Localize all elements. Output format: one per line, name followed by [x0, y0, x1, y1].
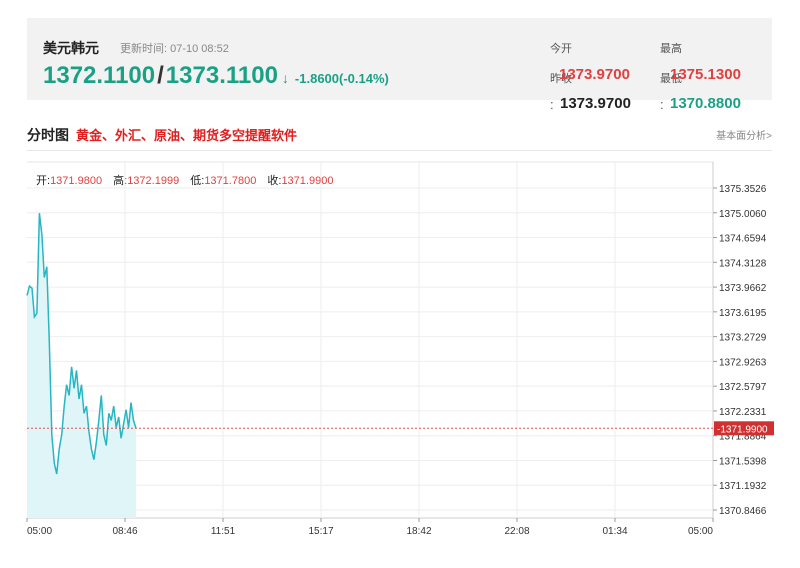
x-tick-label: 22:08	[504, 526, 529, 537]
y-tick-label: 1374.6594	[719, 234, 767, 245]
y-tick-label: 1372.9263	[719, 357, 767, 368]
x-tick-label: 05:00	[27, 526, 52, 537]
x-tick-label: 11:51	[211, 526, 236, 537]
x-tick-label: 15:17	[308, 526, 333, 537]
y-tick-label: 1372.5797	[719, 382, 767, 393]
y-tick-label: 1373.6195	[719, 308, 767, 319]
y-tick-label: 1375.3526	[719, 184, 767, 195]
y-tick-label: 1370.8466	[719, 506, 767, 517]
y-tick-label: 1372.2331	[719, 407, 767, 418]
x-tick-label: 05:00	[688, 526, 713, 537]
x-tick-label: 18:42	[406, 526, 431, 537]
y-tick-label: 1371.5398	[719, 456, 767, 467]
x-tick-label: 01:34	[602, 526, 627, 537]
x-tick-label: 08:46	[112, 526, 137, 537]
y-tick-label: 1373.2729	[719, 333, 767, 344]
y-tick-label: 1374.3128	[719, 258, 767, 269]
y-tick-label: 1375.0060	[719, 209, 767, 220]
intraday-chart[interactable]: 1375.3526 1375.0060 1374.6594 1374.3128 1373…	[0, 0, 800, 568]
y-tick-label: 1373.9662	[719, 283, 767, 294]
reference-label: -1371.9900	[717, 424, 768, 435]
y-tick-label: 1371.1932	[719, 481, 767, 492]
